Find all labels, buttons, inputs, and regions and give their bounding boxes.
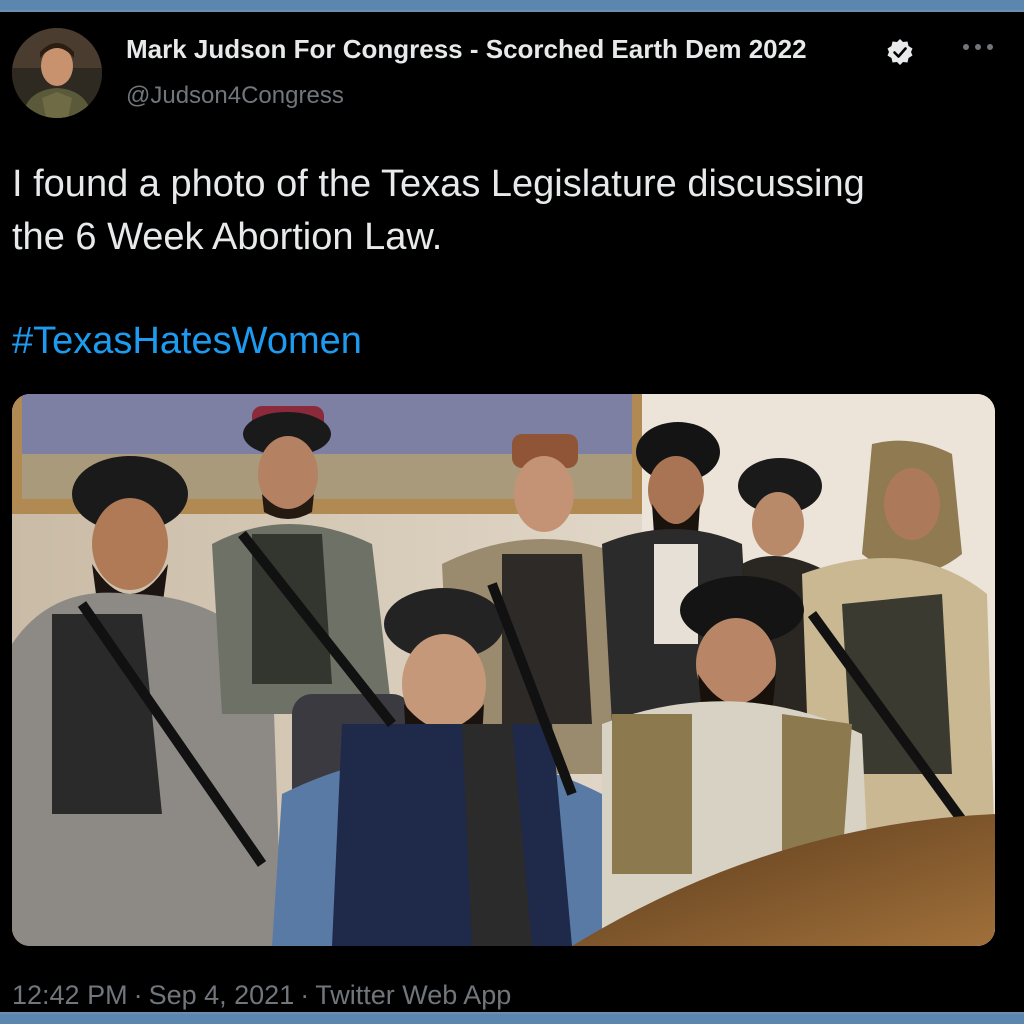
meta-separator: · bbox=[133, 980, 143, 1010]
tweet-date[interactable]: Sep 4, 2021 bbox=[149, 980, 295, 1010]
display-name[interactable]: Mark Judson For Congress - Scorched Eart… bbox=[126, 34, 886, 65]
tweet-text-line-1: I found a photo of the Texas Legislature… bbox=[12, 163, 865, 205]
verified-badge-icon bbox=[887, 39, 913, 65]
tweet-text: I found a photo of the Texas Legislature… bbox=[12, 158, 1012, 264]
meta-separator: · bbox=[300, 980, 310, 1010]
tweet-photo[interactable] bbox=[12, 394, 995, 946]
tweet-time[interactable]: 12:42 PM bbox=[12, 980, 128, 1010]
avatar[interactable] bbox=[12, 28, 102, 118]
hashtag-link[interactable]: #TexasHatesWomen bbox=[12, 320, 362, 363]
tweet-text-line-2: the 6 Week Abortion Law. bbox=[12, 216, 443, 258]
photo-image bbox=[12, 394, 995, 946]
tweet-meta: 12:42 PM · Sep 4, 2021 · Twitter Web App bbox=[12, 980, 511, 1011]
avatar-image bbox=[12, 28, 102, 118]
tweet-source[interactable]: Twitter Web App bbox=[315, 980, 511, 1010]
user-handle[interactable]: @Judson4Congress bbox=[126, 82, 344, 110]
more-options-icon[interactable] bbox=[958, 34, 998, 60]
tweet-container: Mark Judson For Congress - Scorched Eart… bbox=[0, 10, 1024, 1014]
